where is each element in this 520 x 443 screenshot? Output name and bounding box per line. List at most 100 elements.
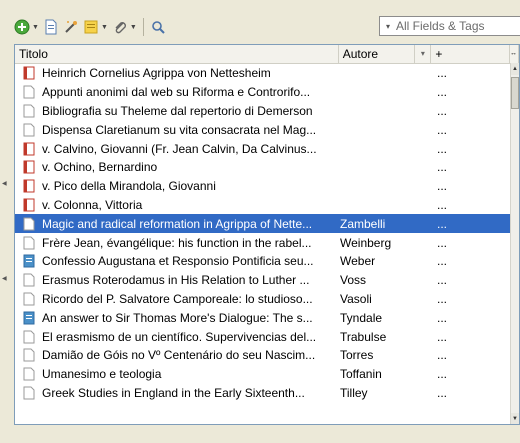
search-mode-dropdown[interactable]: ▾: [386, 22, 390, 31]
cell-extra: ...: [437, 85, 448, 100]
table-row[interactable]: v. Pico della Mirandola, Giovanni...: [15, 177, 512, 196]
cell-extra: ...: [437, 141, 448, 156]
table-row[interactable]: Magic and radical reformation in Agrippa…: [15, 214, 512, 234]
column-header: Titolo Autore ▾ + ↔: [15, 45, 519, 64]
cell-extra: ...: [437, 197, 448, 212]
rows-container: Heinrich Cornelius Agrippa von Netteshei…: [15, 64, 512, 402]
column-title-header[interactable]: Titolo: [15, 45, 339, 63]
journal-icon: [21, 310, 37, 326]
magic-wand-icon: [65, 21, 77, 33]
table-row[interactable]: Damião de Góis no Vº Centenário do seu N…: [15, 346, 512, 365]
new-note-menu-button[interactable]: ▼: [83, 16, 108, 38]
document-icon: [21, 235, 37, 251]
cell-extra: ...: [437, 122, 448, 137]
search-input[interactable]: [396, 19, 520, 33]
cell-author: Tilley: [340, 385, 368, 400]
cell-extra: ...: [437, 103, 448, 118]
table-row[interactable]: Heinrich Cornelius Agrippa von Netteshei…: [15, 64, 512, 83]
cell-title: El erasmismo de un científico. Supervive…: [42, 329, 317, 344]
cell-extra: ...: [437, 179, 448, 194]
cell-extra: ...: [437, 385, 448, 400]
cell-author: Zambelli: [340, 216, 386, 231]
cell-extra: ...: [437, 66, 448, 81]
book-icon: [21, 178, 37, 194]
scrollbar-thumb[interactable]: [511, 77, 519, 109]
document-icon: [21, 272, 37, 288]
column-picker-button[interactable]: ↔: [510, 45, 519, 63]
chevron-down-icon: ▼: [129, 23, 137, 31]
table-row[interactable]: Greek Studies in England in the Early Si…: [15, 384, 512, 403]
chevron-down-icon: ▼: [32, 23, 39, 31]
paperclip-icon: [115, 22, 126, 34]
cell-title: Greek Studies in England in the Early Si…: [42, 385, 305, 400]
cell-title: Magic and radical reformation in Agrippa…: [42, 216, 313, 231]
cell-title: Umanesimo e teologia: [42, 367, 162, 382]
table-row[interactable]: Bibliografia su Theleme dal repertorio d…: [15, 102, 512, 121]
cell-title: Erasmus Roterodamus in His Relation to L…: [42, 273, 310, 288]
pane-splitter[interactable]: ◀ ◀: [0, 0, 8, 443]
add-icon: [14, 19, 30, 35]
cell-extra: ...: [437, 216, 448, 231]
vertical-scrollbar[interactable]: ▲ ▼: [510, 63, 519, 424]
cell-title: Bibliografia su Theleme dal repertorio d…: [42, 103, 313, 118]
search-box[interactable]: ▾: [379, 16, 520, 36]
table-row[interactable]: Frère Jean, évangélique: his function in…: [15, 233, 512, 252]
book-icon: [21, 141, 37, 157]
toolbar: ▼ ▼ ▼ ▾: [14, 12, 520, 42]
document-icon: [21, 366, 37, 382]
table-row[interactable]: Appunti anonimi dal web su Riforma e Con…: [15, 83, 512, 102]
document-icon: [21, 84, 37, 100]
cell-title: Frère Jean, évangélique: his function in…: [42, 235, 312, 250]
book-icon: [21, 65, 37, 81]
column-author-header[interactable]: Autore: [339, 45, 416, 63]
cell-extra: ...: [437, 329, 448, 344]
table-row[interactable]: Dispensa Claretianum su vita consacrata …: [15, 120, 512, 139]
sort-dropdown[interactable]: ▾: [415, 45, 432, 63]
cell-title: An answer to Sir Thomas More's Dialogue:…: [42, 310, 313, 325]
column-extra-header[interactable]: +: [431, 45, 511, 63]
document-icon: [21, 385, 37, 401]
cell-extra: ...: [437, 367, 448, 382]
document-icon: [21, 103, 37, 119]
cell-title: v. Ochino, Bernardino: [42, 160, 158, 175]
cell-title: Appunti anonimi dal web su Riforma e Con…: [42, 85, 311, 100]
note-icon: [84, 20, 98, 34]
cell-title: Dispensa Claretianum su vita consacrata …: [42, 122, 317, 137]
table-row[interactable]: Umanesimo e teologia Toffanin...: [15, 365, 512, 384]
table-row[interactable]: Erasmus Roterodamus in His Relation to L…: [15, 271, 512, 290]
chevron-down-icon: ▼: [100, 23, 108, 31]
items-tree[interactable]: Titolo Autore ▾ + ↔ Heinrich Cornelius A…: [14, 44, 520, 425]
document-icon: [21, 291, 37, 307]
cell-title: v. Colonna, Vittoria: [42, 197, 143, 212]
cell-author: Voss: [340, 273, 367, 288]
table-row[interactable]: Ricordo del P. Salvatore Camporeale: lo …: [15, 290, 512, 309]
attachment-button[interactable]: ▼: [112, 16, 137, 38]
table-row[interactable]: Confessio Augustana et Responsio Pontifi…: [15, 252, 512, 271]
toolbar-separator: [142, 18, 144, 36]
table-row[interactable]: v. Calvino, Giovanni (Fr. Jean Calvin, D…: [15, 139, 512, 158]
scroll-down-icon[interactable]: ▼: [511, 413, 519, 424]
document-icon: [21, 122, 37, 138]
document-icon: [21, 216, 37, 232]
collapse-left-icon: ◀: [2, 181, 7, 187]
new-note-button[interactable]: [43, 16, 59, 38]
scroll-up-icon[interactable]: ▲: [511, 63, 519, 75]
cell-author: Trabulse: [340, 329, 387, 344]
table-row[interactable]: v. Ochino, Bernardino...: [15, 158, 512, 177]
table-row[interactable]: El erasmismo de un científico. Supervive…: [15, 327, 512, 346]
expand-left-icon: ◀: [2, 276, 7, 282]
cell-title: v. Pico della Mirandola, Giovanni: [42, 179, 216, 194]
advanced-search-button[interactable]: [150, 16, 166, 38]
new-item-button[interactable]: ▼: [14, 16, 39, 38]
cell-extra: ...: [437, 310, 448, 325]
cell-extra: ...: [437, 160, 448, 175]
table-row[interactable]: v. Colonna, Vittoria...: [15, 196, 512, 215]
search-icon: [152, 21, 165, 34]
cell-title: Ricordo del P. Salvatore Camporeale: lo …: [42, 291, 313, 306]
cell-author: Tyndale: [340, 310, 383, 325]
table-row[interactable]: An answer to Sir Thomas More's Dialogue:…: [15, 308, 512, 327]
cell-extra: ...: [437, 273, 448, 288]
add-by-identifier-button[interactable]: [63, 16, 79, 38]
cell-author: Vasoli: [340, 291, 372, 306]
document-icon: [21, 329, 37, 345]
